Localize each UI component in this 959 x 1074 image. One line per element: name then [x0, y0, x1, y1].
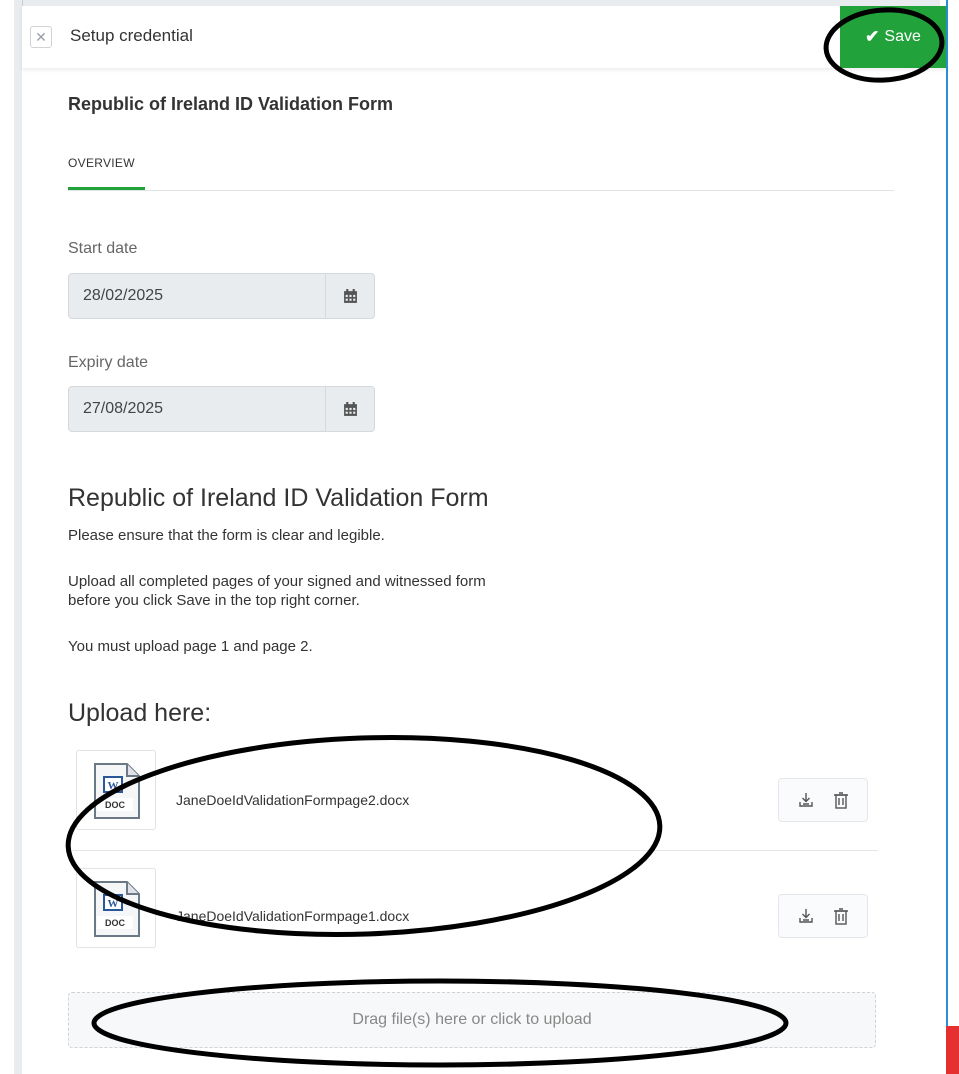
credential-panel: ✕ Setup credential ✔ Save Republic of Ir… — [22, 6, 946, 1074]
svg-text:W: W — [108, 898, 119, 910]
save-label: Save — [884, 28, 921, 45]
file-actions — [778, 894, 868, 938]
file-thumbnail[interactable]: W DOC — [76, 868, 156, 948]
upload-heading: Upload here: — [68, 699, 212, 727]
expiry-date-input[interactable] — [69, 387, 325, 431]
close-icon: ✕ — [35, 29, 47, 45]
start-date-input[interactable] — [69, 274, 325, 318]
calendar-icon — [344, 401, 357, 416]
instruction-text: Please ensure that the form is clear and… — [68, 527, 385, 544]
start-date-field — [68, 273, 375, 319]
file-type-label: DOC — [105, 918, 126, 928]
file-name[interactable]: JaneDoeIdValidationFormpage1.docx — [176, 908, 409, 924]
save-button[interactable]: ✔ Save — [840, 6, 946, 68]
trash-icon — [834, 908, 848, 925]
tab-bar: OVERVIEW — [68, 156, 894, 191]
instruction-text: You must upload page 1 and page 2. — [68, 638, 313, 655]
check-icon: ✔ — [865, 27, 880, 46]
svg-text:W: W — [108, 780, 119, 792]
download-icon — [799, 909, 813, 923]
file-thumbnail[interactable]: W DOC — [76, 750, 156, 830]
expiry-date-label: Expiry date — [68, 354, 149, 371]
expiry-date-calendar-button[interactable] — [325, 387, 375, 431]
tab-overview[interactable]: OVERVIEW — [68, 156, 135, 184]
word-doc-icon: W DOC — [94, 881, 140, 937]
start-date-calendar-button[interactable] — [325, 274, 375, 318]
word-doc-icon: W DOC — [94, 763, 140, 819]
download-button[interactable] — [797, 907, 815, 925]
instruction-text: before you click Save in the top right c… — [68, 592, 360, 609]
instruction-text: Upload all completed pages of your signe… — [68, 573, 486, 590]
expiry-date-field — [68, 386, 375, 432]
header-title: Setup credential — [70, 26, 193, 45]
file-type-label: DOC — [105, 800, 126, 810]
file-row: W DOC JaneDoeIdValidationFormpage1.docx — [68, 868, 878, 968]
file-name[interactable]: JaneDoeIdValidationFormpage2.docx — [176, 792, 409, 808]
download-icon — [799, 793, 813, 807]
trash-icon — [834, 792, 848, 809]
calendar-icon — [344, 288, 357, 303]
background-red-element — [946, 1026, 959, 1074]
delete-button[interactable] — [833, 907, 849, 925]
header-bar: ✕ Setup credential ✔ Save — [22, 6, 946, 68]
window-right-border — [946, 0, 948, 1074]
form-title: Republic of Ireland ID Validation Form — [68, 94, 394, 114]
file-dropzone[interactable]: Drag file(s) here or click to upload — [68, 992, 876, 1048]
file-actions — [778, 778, 868, 822]
section-heading: Republic of Ireland ID Validation Form — [68, 484, 489, 512]
tab-active-indicator — [68, 187, 145, 190]
delete-button[interactable] — [833, 791, 849, 809]
start-date-label: Start date — [68, 240, 138, 257]
file-row: W DOC JaneDoeIdValidationFormpage2.docx — [68, 750, 878, 851]
close-button[interactable]: ✕ — [30, 26, 52, 48]
download-button[interactable] — [797, 791, 815, 809]
